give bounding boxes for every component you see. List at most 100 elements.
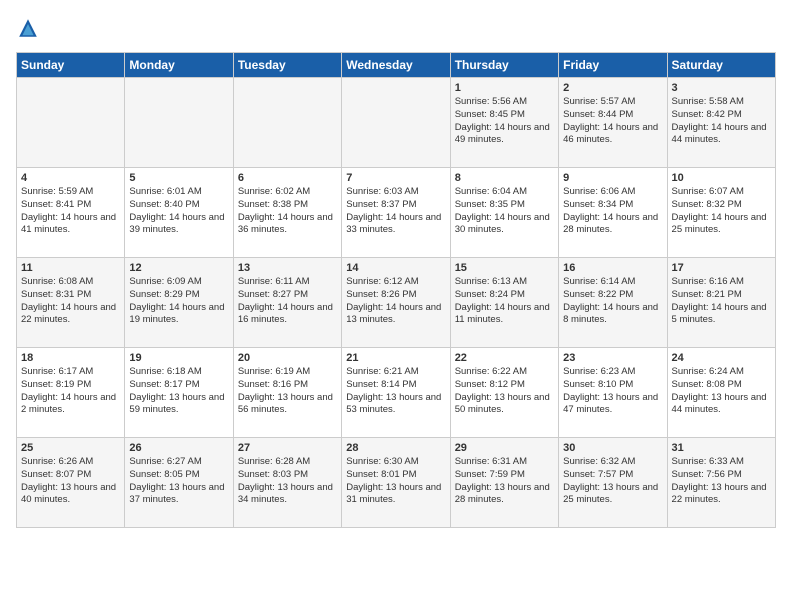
calendar-cell: 27Sunrise: 6:28 AM Sunset: 8:03 PM Dayli… [233,438,341,528]
weekday-header-wednesday: Wednesday [342,53,450,78]
calendar-cell: 23Sunrise: 6:23 AM Sunset: 8:10 PM Dayli… [559,348,667,438]
calendar-cell: 12 Sunrise: 6:09 AM Sunset: 8:29 PM Dayli… [125,258,233,348]
calendar-cell: 19 Sunrise: 6:18 AM Sunset: 8:17 PM Dayli… [125,348,233,438]
day-info: Sunrise: 6:04 AM Sunset: 8:35 PM Dayligh… [455,186,554,237]
page-header [16,16,776,40]
calendar-cell: 5Sunrise: 6:01 AM Sunset: 8:40 PM Daylig… [125,168,233,258]
calendar-cell [125,78,233,168]
day-number: 12 [129,262,228,274]
calendar-table: SundayMondayTuesdayWednesdayThursdayFrid… [16,52,776,528]
day-number: 19 [129,352,228,364]
calendar-cell: 10Sunrise: 6:07 AM Sunset: 8:32 PM Dayli… [667,168,775,258]
day-number: 22 [455,352,554,364]
calendar-cell: 20 Sunrise: 6:19 AM Sunset: 8:16 PM Dayli… [233,348,341,438]
day-info: Sunrise: 6:22 AM Sunset: 8:12 PM Dayligh… [455,366,554,417]
calendar-cell: 13 Sunrise: 6:11 AM Sunset: 8:27 PM Dayli… [233,258,341,348]
day-info: Sunrise: 6:14 AM Sunset: 8:22 PM Dayligh… [563,276,662,327]
weekday-header-sunday: Sunday [17,53,125,78]
calendar-cell: 4 Sunrise: 5:59 AM Sunset: 8:41 PM Daylig… [17,168,125,258]
day-info: Sunrise: 6:30 AM Sunset: 8:01 PM Dayligh… [346,456,445,507]
calendar-cell: 16 Sunrise: 6:14 AM Sunset: 8:22 PM Dayli… [559,258,667,348]
day-number: 9 [563,172,662,184]
calendar-cell: 30 Sunrise: 6:32 AM Sunset: 7:57 PM Dayli… [559,438,667,528]
day-number: 25 [21,442,120,454]
day-info: Sunrise: 6:03 AM Sunset: 8:37 PM Dayligh… [346,186,445,237]
calendar-cell: 9 Sunrise: 6:06 AM Sunset: 8:34 PM Daylig… [559,168,667,258]
calendar-cell: 22 Sunrise: 6:22 AM Sunset: 8:12 PM Dayli… [450,348,558,438]
day-info: Sunrise: 6:18 AM Sunset: 8:17 PM Dayligh… [129,366,228,417]
calendar-cell: 2 Sunrise: 5:57 AM Sunset: 8:44 PM Daylig… [559,78,667,168]
calendar-cell: 26 Sunrise: 6:27 AM Sunset: 8:05 PM Dayli… [125,438,233,528]
day-info: Sunrise: 6:07 AM Sunset: 8:32 PM Dayligh… [672,186,771,237]
calendar-cell: 24 Sunrise: 6:24 AM Sunset: 8:08 PM Dayli… [667,348,775,438]
weekday-header-friday: Friday [559,53,667,78]
day-number: 4 [21,172,120,184]
calendar-cell: 17 Sunrise: 6:16 AM Sunset: 8:21 PM Dayli… [667,258,775,348]
weekday-header-tuesday: Tuesday [233,53,341,78]
day-number: 7 [346,172,445,184]
day-number: 26 [129,442,228,454]
day-number: 2 [563,82,662,94]
day-info: Sunrise: 5:59 AM Sunset: 8:41 PM Dayligh… [21,186,120,237]
calendar-cell: 1 Sunrise: 5:56 AM Sunset: 8:45 PM Daylig… [450,78,558,168]
day-info: Sunrise: 6:17 AM Sunset: 8:19 PM Dayligh… [21,366,120,417]
day-number: 5 [129,172,228,184]
day-number: 15 [455,262,554,274]
calendar-cell: 21 Sunrise: 6:21 AM Sunset: 8:14 PM Dayli… [342,348,450,438]
calendar-cell [233,78,341,168]
weekday-header-thursday: Thursday [450,53,558,78]
calendar-cell [342,78,450,168]
day-number: 21 [346,352,445,364]
day-number: 13 [238,262,337,274]
day-number: 29 [455,442,554,454]
calendar-cell: 8 Sunrise: 6:04 AM Sunset: 8:35 PM Daylig… [450,168,558,258]
day-info: Sunrise: 6:06 AM Sunset: 8:34 PM Dayligh… [563,186,662,237]
day-number: 24 [672,352,771,364]
logo-icon [16,16,40,40]
calendar-cell: 31 Sunrise: 6:33 AM Sunset: 7:56 PM Dayli… [667,438,775,528]
day-info: Sunrise: 6:11 AM Sunset: 8:27 PM Dayligh… [238,276,337,327]
day-info: Sunrise: 6:02 AM Sunset: 8:38 PM Dayligh… [238,186,337,237]
day-info: Sunrise: 6:13 AM Sunset: 8:24 PM Dayligh… [455,276,554,327]
day-number: 8 [455,172,554,184]
calendar-cell: 15 Sunrise: 6:13 AM Sunset: 8:24 PM Dayli… [450,258,558,348]
day-info: Sunrise: 6:12 AM Sunset: 8:26 PM Dayligh… [346,276,445,327]
logo [16,16,44,40]
day-number: 27 [238,442,337,454]
calendar-cell: 29 Sunrise: 6:31 AM Sunset: 7:59 PM Dayli… [450,438,558,528]
day-number: 18 [21,352,120,364]
day-number: 1 [455,82,554,94]
day-number: 16 [563,262,662,274]
calendar-cell: 11 Sunrise: 6:08 AM Sunset: 8:31 PM Dayli… [17,258,125,348]
day-number: 14 [346,262,445,274]
day-number: 11 [21,262,120,274]
calendar-cell: 7 Sunrise: 6:03 AM Sunset: 8:37 PM Daylig… [342,168,450,258]
day-number: 28 [346,442,445,454]
day-info: Sunrise: 5:57 AM Sunset: 8:44 PM Dayligh… [563,96,662,147]
calendar-cell: 25 Sunrise: 6:26 AM Sunset: 8:07 PM Dayli… [17,438,125,528]
day-info: Sunrise: 5:56 AM Sunset: 8:45 PM Dayligh… [455,96,554,147]
day-info: Sunrise: 6:24 AM Sunset: 8:08 PM Dayligh… [672,366,771,417]
day-number: 31 [672,442,771,454]
day-info: Sunrise: 6:16 AM Sunset: 8:21 PM Dayligh… [672,276,771,327]
day-info: Sunrise: 6:21 AM Sunset: 8:14 PM Dayligh… [346,366,445,417]
day-info: Sunrise: 6:08 AM Sunset: 8:31 PM Dayligh… [21,276,120,327]
calendar-cell: 14 Sunrise: 6:12 AM Sunset: 8:26 PM Dayli… [342,258,450,348]
day-number: 6 [238,172,337,184]
day-info: Sunrise: 6:27 AM Sunset: 8:05 PM Dayligh… [129,456,228,507]
weekday-header-monday: Monday [125,53,233,78]
day-info: Sunrise: 6:09 AM Sunset: 8:29 PM Dayligh… [129,276,228,327]
day-info: Sunrise: 6:23 AM Sunset: 8:10 PM Dayligh… [563,366,662,417]
calendar-cell [17,78,125,168]
calendar-cell: 28 Sunrise: 6:30 AM Sunset: 8:01 PM Dayli… [342,438,450,528]
day-number: 17 [672,262,771,274]
day-number: 20 [238,352,337,364]
calendar-cell: 6 Sunrise: 6:02 AM Sunset: 8:38 PM Daylig… [233,168,341,258]
day-info: Sunrise: 6:33 AM Sunset: 7:56 PM Dayligh… [672,456,771,507]
day-info: Sunrise: 6:31 AM Sunset: 7:59 PM Dayligh… [455,456,554,507]
day-number: 3 [672,82,771,94]
day-info: Sunrise: 6:19 AM Sunset: 8:16 PM Dayligh… [238,366,337,417]
day-number: 30 [563,442,662,454]
day-info: Sunrise: 6:32 AM Sunset: 7:57 PM Dayligh… [563,456,662,507]
day-info: Sunrise: 6:26 AM Sunset: 8:07 PM Dayligh… [21,456,120,507]
